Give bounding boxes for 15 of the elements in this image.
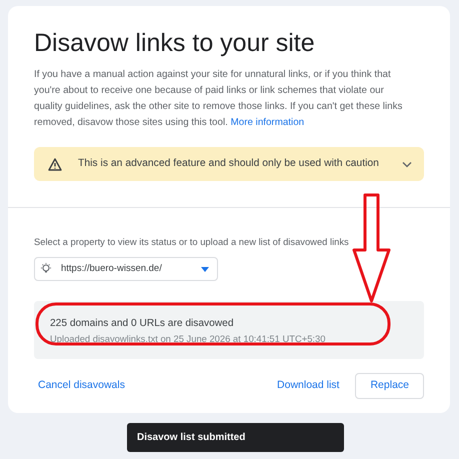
warning-banner[interactable]: This is an advanced feature and should only be used with caution	[34, 147, 424, 181]
download-list-link[interactable]: Download list	[277, 378, 340, 394]
replace-button[interactable]: Replace	[355, 373, 424, 399]
more-information-link[interactable]: More information	[230, 117, 304, 128]
warning-icon	[48, 158, 62, 170]
warning-text: This is an advanced feature and should only be used with caution	[78, 157, 380, 172]
status-headline: 225 domains and 0 URLs are disavowed	[50, 317, 234, 330]
property-prompt: Select a property to view its status or to upload a new list of disavowed links	[34, 235, 350, 249]
cancel-disavowals-link[interactable]: Cancel disavowals	[38, 378, 125, 394]
property-select[interactable]: https://buero-wissen.de/	[34, 257, 218, 282]
status-detail: Uploaded disavowlinks.txt on 25 June 2026 at 10:41:51 UTC+5:30	[50, 332, 326, 346]
description-text: If you have a manual action against your site for unnatural links, or if you think that you're about to receive one because of paid links or link schemes that violate our quality guidelines, ask the other site to remove those links. If you can't get these links removed, disavow those sites using this tool. More information	[34, 68, 404, 130]
dropdown-icon	[201, 266, 209, 272]
page-title: Disavow links to your site	[34, 28, 316, 58]
snackbar: Disavow list submitted	[127, 423, 344, 452]
